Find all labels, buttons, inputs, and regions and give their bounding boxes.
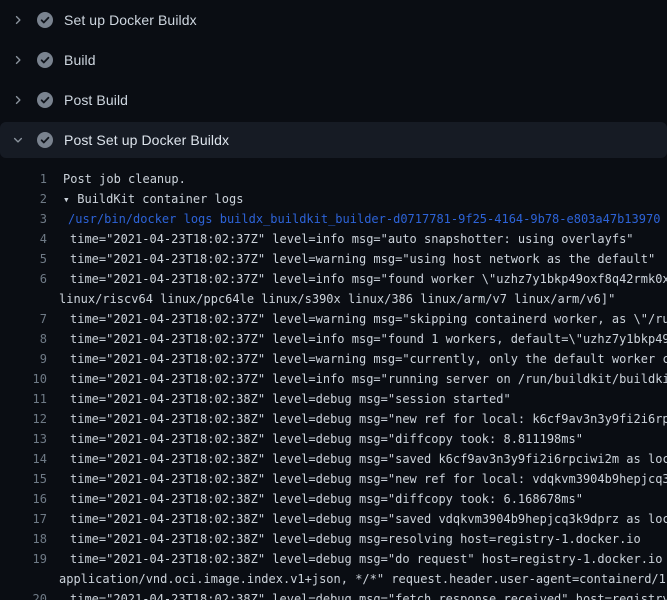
step-label: Post Build <box>64 92 128 108</box>
check-circle-icon <box>37 132 53 148</box>
log-line: 12 time="2021-04-23T18:02:38Z" level=debu… <box>0 409 667 429</box>
line-number[interactable]: 12 <box>0 409 47 429</box>
line-number[interactable]: 8 <box>0 329 47 349</box>
log-output-area: 1 Post job cleanup. 2 ▾ BuildKit container … <box>0 160 667 600</box>
log-line: 19 time="2021-04-23T18:02:38Z" level=debu… <box>0 549 667 569</box>
step-build[interactable]: Build <box>0 40 667 80</box>
log-text: time="2021-04-23T18:02:38Z" level=debug … <box>70 389 511 409</box>
line-number[interactable]: 13 <box>0 429 47 449</box>
line-number[interactable]: 5 <box>0 249 47 269</box>
line-number[interactable]: 10 <box>0 369 47 389</box>
check-circle-icon <box>37 12 53 28</box>
line-number[interactable]: 1 <box>0 169 47 189</box>
log-text: time="2021-04-23T18:02:37Z" level=info m… <box>70 369 667 389</box>
log-line: 6 time="2021-04-23T18:02:37Z" level=info … <box>0 269 667 289</box>
chevron-right-icon[interactable] <box>10 14 26 26</box>
log-line: application/vnd.oci.image.index.v1+json,… <box>0 569 667 589</box>
log-line: 7 time="2021-04-23T18:02:37Z" level=warni… <box>0 309 667 329</box>
log-line: 10 time="2021-04-23T18:02:37Z" level=info… <box>0 369 667 389</box>
line-number[interactable]: 15 <box>0 469 47 489</box>
line-number[interactable]: 7 <box>0 309 47 329</box>
log-line: 11 time="2021-04-23T18:02:38Z" level=debu… <box>0 389 667 409</box>
log-line: 20 time="2021-04-23T18:02:38Z" level=debu… <box>0 589 667 600</box>
line-number[interactable]: 20 <box>0 589 47 600</box>
log-line: 13 time="2021-04-23T18:02:38Z" level=debu… <box>0 429 667 449</box>
check-circle-icon <box>37 92 53 108</box>
chevron-right-icon[interactable] <box>10 54 26 66</box>
log-text: time="2021-04-23T18:02:37Z" level=info m… <box>70 329 667 349</box>
line-number[interactable]: 4 <box>0 229 47 249</box>
log-text: application/vnd.oci.image.index.v1+json,… <box>59 569 667 589</box>
log-text: time="2021-04-23T18:02:38Z" level=debug … <box>70 489 583 509</box>
log-line: 3/usr/bin/docker logs buildx_buildkit_bu… <box>0 209 667 229</box>
log-text: time="2021-04-23T18:02:38Z" level=debug … <box>70 589 667 600</box>
step-label: Set up Docker Buildx <box>64 12 197 28</box>
chevron-right-icon[interactable] <box>10 94 26 106</box>
log-text: time="2021-04-23T18:02:37Z" level=warnin… <box>70 309 667 329</box>
log-text: time="2021-04-23T18:02:38Z" level=debug … <box>70 469 667 489</box>
check-circle-icon <box>37 52 53 68</box>
log-text: time="2021-04-23T18:02:37Z" level=warnin… <box>70 249 655 269</box>
line-number <box>0 569 47 589</box>
line-number[interactable]: 2 <box>0 189 47 209</box>
line-number[interactable]: 6 <box>0 269 47 289</box>
line-number[interactable]: 11 <box>0 389 47 409</box>
log-line: 5 time="2021-04-23T18:02:37Z" level=warni… <box>0 249 667 269</box>
step-post-set-up-docker-buildx[interactable]: Post Set up Docker Buildx <box>0 122 667 158</box>
log-line: 9 time="2021-04-23T18:02:37Z" level=warni… <box>0 349 667 369</box>
log-line: 15 time="2021-04-23T18:02:38Z" level=debu… <box>0 469 667 489</box>
log-text: linux/riscv64 linux/ppc64le linux/s390x … <box>59 289 615 309</box>
line-number[interactable]: 3 <box>0 209 47 229</box>
log-text: time="2021-04-23T18:02:38Z" level=debug … <box>70 449 667 469</box>
log-line: linux/riscv64 linux/ppc64le linux/s390x … <box>0 289 667 309</box>
log-line: 8 time="2021-04-23T18:02:37Z" level=info … <box>0 329 667 349</box>
step-list: Set up Docker Buildx Build Post Build <box>0 0 667 158</box>
log-line: 18 time="2021-04-23T18:02:38Z" level=debu… <box>0 529 667 549</box>
log-line: 1 Post job cleanup. <box>0 169 667 189</box>
log-text: time="2021-04-23T18:02:38Z" level=debug … <box>70 549 667 569</box>
log-text: Post job cleanup. <box>63 169 186 189</box>
command-text: /usr/bin/docker logs buildx_buildkit_bui… <box>68 209 660 229</box>
step-post-build[interactable]: Post Build <box>0 80 667 120</box>
log-line: 16 time="2021-04-23T18:02:38Z" level=debu… <box>0 489 667 509</box>
log-group-header[interactable]: ▾ BuildKit container logs <box>63 189 243 209</box>
step-set-up-docker-buildx[interactable]: Set up Docker Buildx <box>0 0 667 40</box>
line-number[interactable]: 9 <box>0 349 47 369</box>
line-number[interactable]: 16 <box>0 489 47 509</box>
log-line: 2 ▾ BuildKit container logs <box>0 189 667 209</box>
step-label: Post Set up Docker Buildx <box>64 132 229 148</box>
log-line: 4 time="2021-04-23T18:02:37Z" level=info … <box>0 229 667 249</box>
log-text: time="2021-04-23T18:02:38Z" level=debug … <box>70 529 641 549</box>
log-text: time="2021-04-23T18:02:37Z" level=info m… <box>70 269 667 289</box>
log-text: time="2021-04-23T18:02:37Z" level=info m… <box>70 229 634 249</box>
step-label: Build <box>64 52 96 68</box>
log-text: time="2021-04-23T18:02:38Z" level=debug … <box>70 429 583 449</box>
actions-log-viewer: Set up Docker Buildx Build Post Build <box>0 0 667 600</box>
log-text: time="2021-04-23T18:02:37Z" level=warnin… <box>70 349 667 369</box>
log-text: time="2021-04-23T18:02:38Z" level=debug … <box>70 509 667 529</box>
line-number[interactable]: 18 <box>0 529 47 549</box>
collapse-triangle-icon[interactable]: ▾ <box>63 190 76 209</box>
log-line: 17 time="2021-04-23T18:02:38Z" level=debu… <box>0 509 667 529</box>
line-number[interactable]: 14 <box>0 449 47 469</box>
log-text: time="2021-04-23T18:02:38Z" level=debug … <box>70 409 667 429</box>
line-number[interactable]: 17 <box>0 509 47 529</box>
group-label: BuildKit container logs <box>77 192 243 206</box>
line-number <box>0 289 47 309</box>
log-line: 14 time="2021-04-23T18:02:38Z" level=debu… <box>0 449 667 469</box>
line-number[interactable]: 19 <box>0 549 47 569</box>
chevron-down-icon[interactable] <box>10 134 26 146</box>
